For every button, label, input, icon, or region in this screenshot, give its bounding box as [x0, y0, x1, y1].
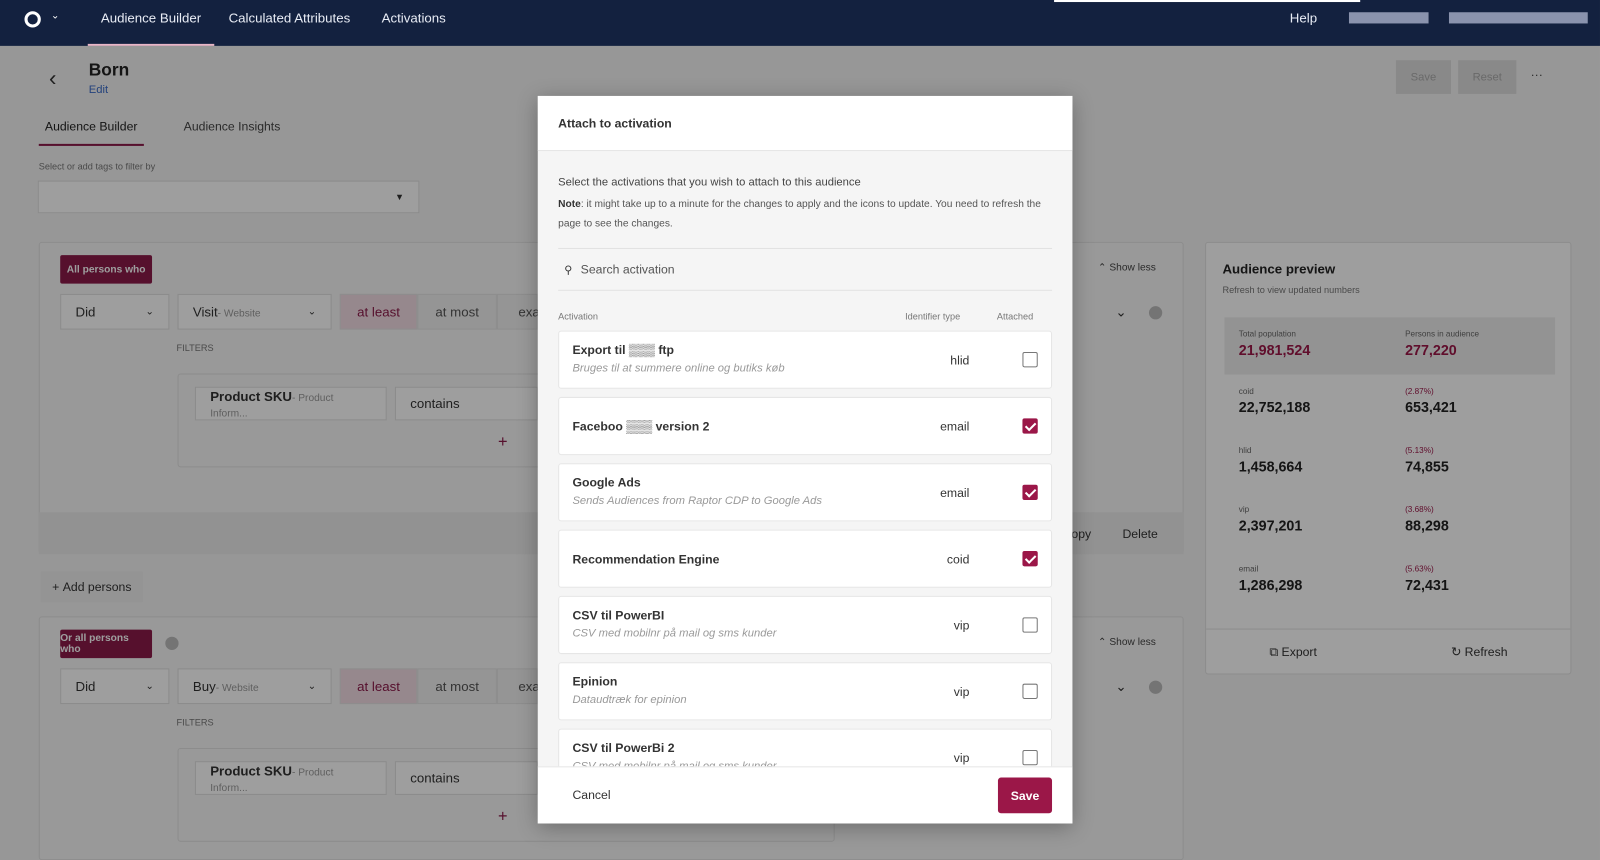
dialog-intro: Select the activations that you wish to …: [558, 176, 861, 189]
activation-description: CSV med mobilnr på mail og sms kunder: [572, 627, 777, 640]
attached-checkbox[interactable]: [1022, 617, 1038, 633]
activation-name: Recommendation Engine: [572, 552, 720, 567]
attach-activation-dialog: Attach to activation Select the activati…: [537, 95, 1073, 824]
col-attached: Attached: [996, 311, 1034, 322]
identifier-type: email: [940, 485, 970, 500]
attached-checkbox[interactable]: [1022, 418, 1038, 434]
identifier-type: vip: [953, 684, 970, 699]
search-icon: ⚲: [564, 263, 573, 277]
activation-name: Export til ▒▒▒ ftp: [572, 342, 674, 358]
dialog-footer: Cancel Save: [537, 766, 1073, 824]
attached-checkbox[interactable]: [1022, 352, 1038, 368]
activation-name: Faceboo ▒▒▒ version 2: [572, 419, 710, 434]
col-activation: Activation: [558, 311, 598, 322]
attached-checkbox[interactable]: [1022, 683, 1038, 699]
search-activation-input[interactable]: ⚲ Search activation: [558, 247, 1053, 291]
note-text: : it might take up to a minute for the c…: [558, 198, 1041, 230]
activation-name: Google Ads: [572, 475, 641, 490]
dialog-title: Attach to activation: [537, 95, 1073, 152]
activation-name: CSV til PowerBI: [572, 608, 665, 623]
activation-row[interactable]: Export til ▒▒▒ ftp Bruges til at summere …: [558, 330, 1053, 389]
activation-name: CSV til PowerBi 2: [572, 740, 675, 756]
attached-checkbox[interactable]: [1022, 749, 1038, 766]
activation-description: Sends Audiences from Raptor CDP to Googl…: [572, 494, 823, 508]
identifier-type: coid: [946, 552, 970, 567]
activation-row[interactable]: CSV til PowerBI CSV med mobilnr på mail o…: [558, 595, 1053, 655]
activation-row[interactable]: Google Ads Sends Audiences from Raptor CD…: [558, 463, 1053, 522]
activation-row[interactable]: Recommendation Engine coid: [558, 529, 1053, 588]
identifier-type: hlid: [950, 353, 970, 368]
identifier-type: vip: [953, 618, 970, 633]
activation-description: Dataudtræk for epinion: [572, 693, 687, 707]
activation-row[interactable]: Epinion Dataudtræk for epinion vip: [558, 662, 1053, 721]
attached-checkbox[interactable]: [1022, 551, 1038, 567]
col-identifier-type: Identifier type: [905, 311, 961, 322]
activation-name: Epinion: [572, 674, 618, 689]
cancel-button[interactable]: Cancel: [572, 788, 610, 802]
activation-row[interactable]: Faceboo ▒▒▒ version 2 email: [558, 396, 1053, 456]
dialog-note: Note: it might take up to a minute for t…: [558, 195, 1043, 234]
attached-checkbox[interactable]: [1022, 484, 1038, 500]
activation-description: Bruges til at summere online og butiks k…: [572, 362, 785, 375]
identifier-type: email: [940, 419, 970, 434]
save-button[interactable]: Save: [997, 777, 1053, 814]
search-placeholder: Search activation: [580, 262, 675, 277]
identifier-type: vip: [953, 751, 970, 766]
note-label: Note: [558, 198, 581, 211]
